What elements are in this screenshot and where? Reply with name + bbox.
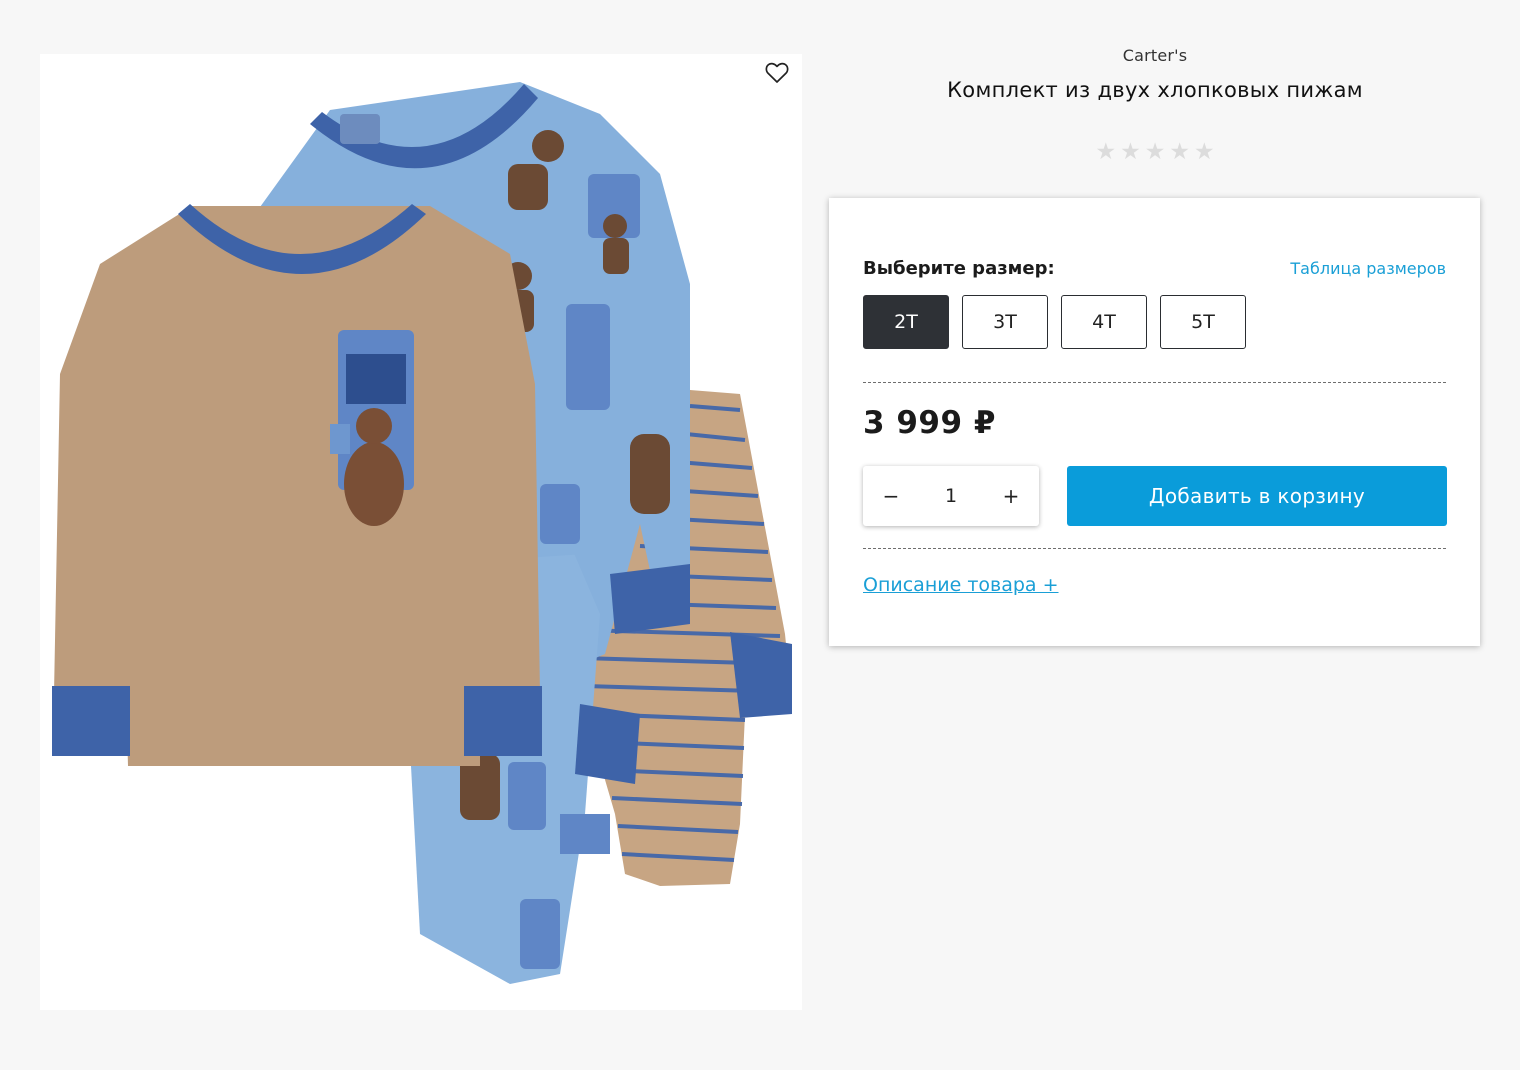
size-selector: 2T 3T 4T 5T: [863, 295, 1246, 349]
tan-shirt-image: [52, 204, 542, 766]
quantity-decrease-button[interactable]: −: [879, 484, 903, 508]
wishlist-button[interactable]: [762, 58, 792, 88]
star-icon: ★: [1169, 139, 1190, 165]
star-icon: ★: [1120, 139, 1141, 165]
divider: [863, 548, 1446, 549]
size-option-4t[interactable]: 4T: [1061, 295, 1147, 349]
divider: [863, 382, 1446, 383]
brand-name[interactable]: Carter's: [829, 46, 1481, 65]
star-icon: ★: [1095, 139, 1117, 165]
product-title: Комплект из двух хлопковых пижам: [947, 78, 1363, 102]
rating-stars[interactable]: ★ ★ ★ ★ ★: [829, 139, 1481, 165]
product-image-panel: [40, 54, 802, 1010]
buy-box: Выберите размер: Таблица размеров 2T 3T …: [829, 198, 1480, 646]
size-option-5t[interactable]: 5T: [1160, 295, 1246, 349]
size-label: Выберите размер:: [863, 258, 1055, 279]
heart-outline-icon: [765, 62, 789, 83]
quantity-increase-button[interactable]: +: [999, 484, 1023, 508]
size-option-3t[interactable]: 3T: [962, 295, 1048, 349]
star-icon: ★: [1193, 139, 1215, 165]
quantity-stepper: − 1 +: [863, 466, 1039, 526]
size-option-2t[interactable]: 2T: [863, 295, 949, 349]
product-page: Carter's Комплект из двух хлопковых пижа…: [0, 0, 1520, 1070]
star-icon: ★: [1144, 139, 1166, 165]
quantity-value[interactable]: 1: [945, 485, 957, 507]
size-chart-link[interactable]: Таблица размеров: [1290, 259, 1446, 278]
product-description-link[interactable]: Описание товара +: [863, 574, 1059, 596]
product-price: 3 999 ₽: [863, 405, 996, 441]
product-photo: [52, 82, 792, 984]
add-to-cart-button[interactable]: Добавить в корзину: [1067, 466, 1447, 526]
